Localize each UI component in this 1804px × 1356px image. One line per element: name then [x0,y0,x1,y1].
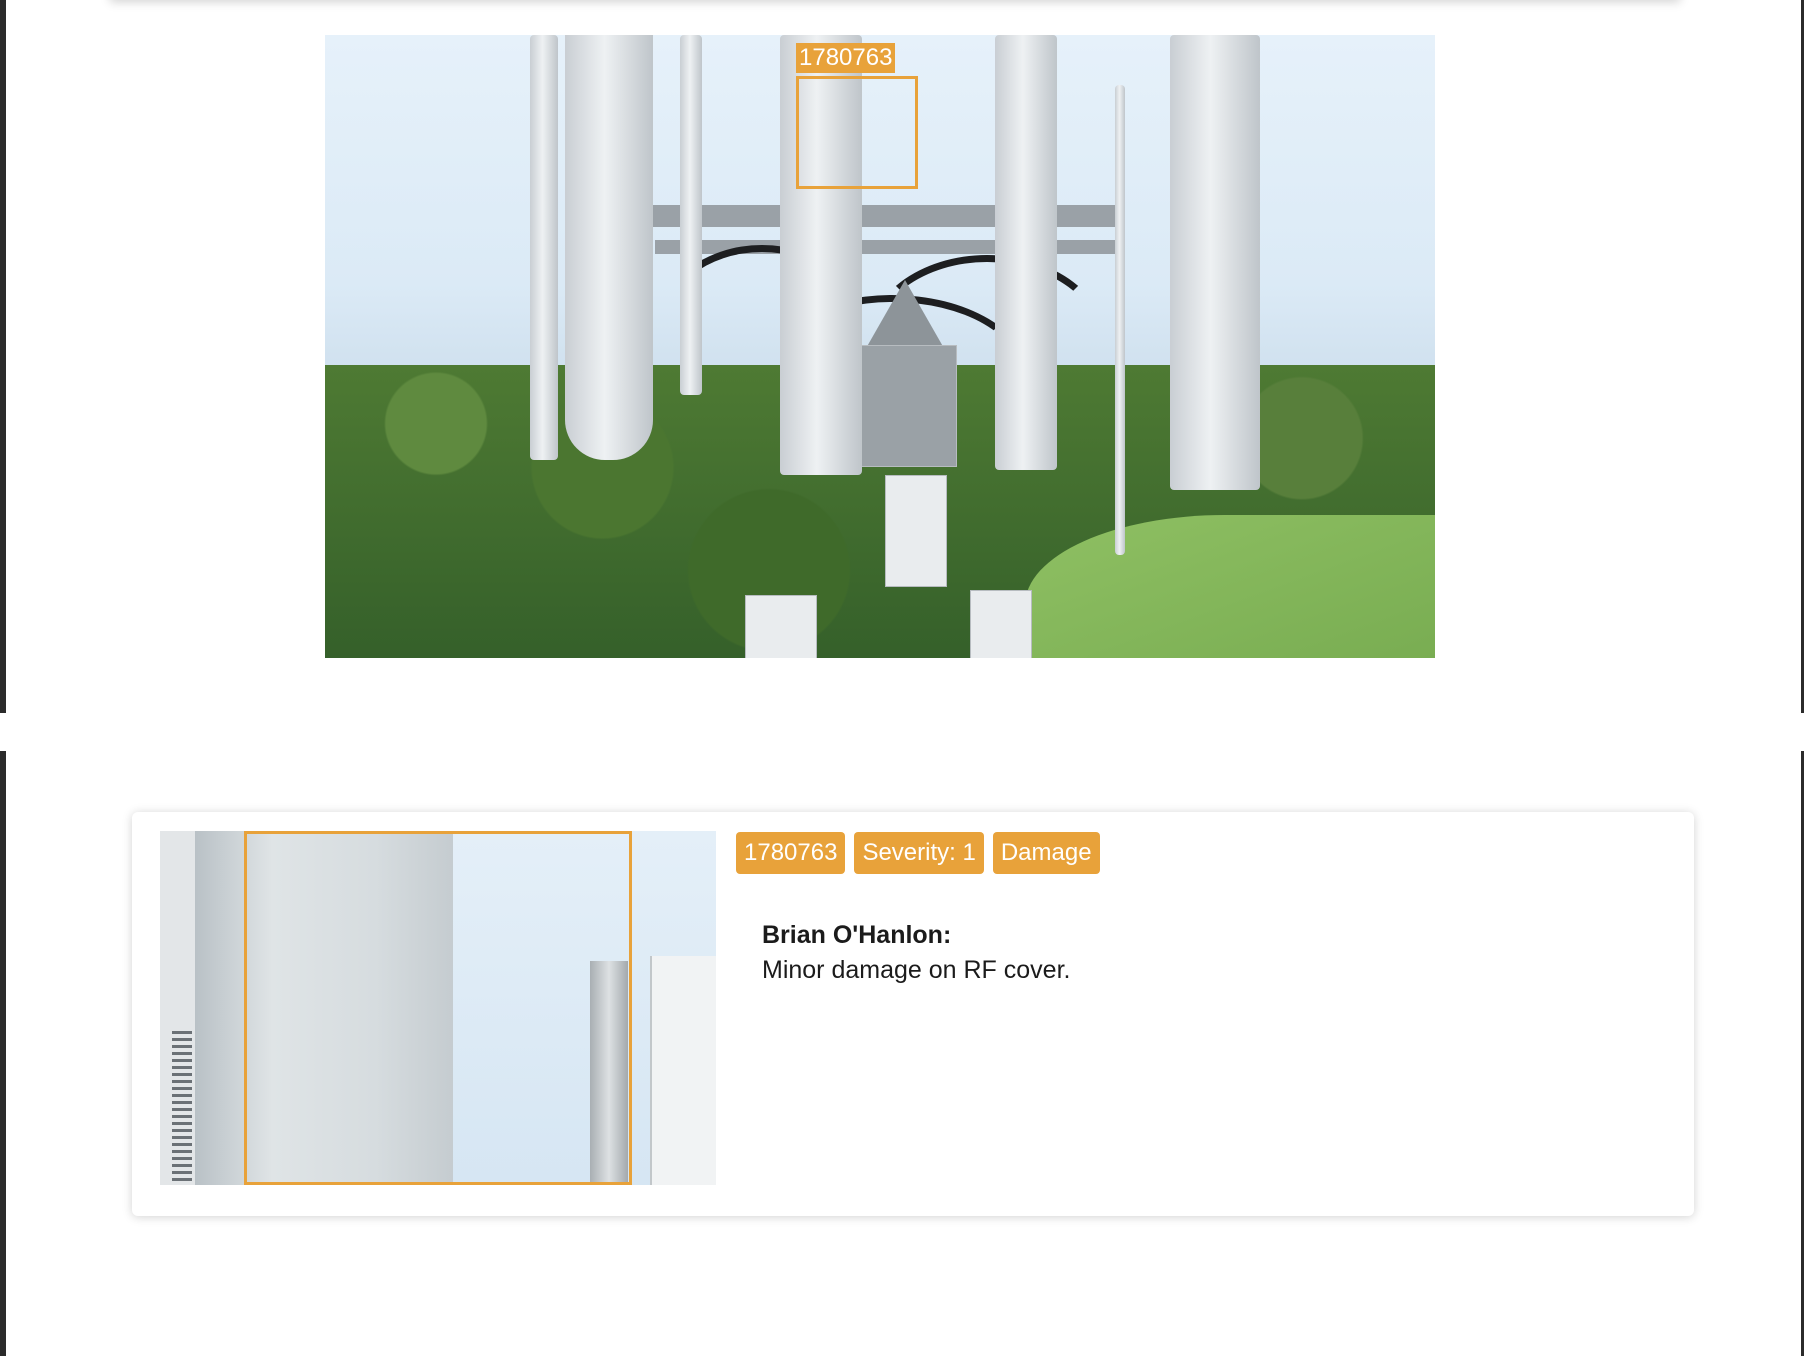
finding-comment: Brian O'Hanlon: Minor damage on RF cover… [762,918,1070,988]
photo-antenna [530,35,558,460]
window-edge-left-upper [0,0,6,713]
finding-card: 1780763 Severity: 1 Damage Brian O'Hanlo… [132,812,1694,1216]
finding-badges: 1780763 Severity: 1 Damage [736,832,1100,874]
photo-mast [1115,85,1125,555]
photo-cabinet-right [970,590,1032,658]
damage-bounding-box[interactable] [796,76,918,189]
category-badge: Damage [992,832,1100,874]
photo-mount-head [855,345,957,467]
photo-cabinet-left [745,595,817,658]
crop-panel-vent [172,1031,192,1181]
photo-mount-cone [865,280,945,350]
section-divider [0,713,1804,751]
photo-antenna [1170,35,1260,490]
photo-antenna [565,35,653,460]
damage-bounding-box-label: 1780763 [796,43,896,73]
comment-author: Brian O'Hanlon: [762,921,952,949]
crop-bounding-box [244,831,632,1185]
photo-antenna [680,35,702,395]
severity-badge: Severity: 1 [854,832,984,874]
inspection-photo[interactable]: 1780763 [325,35,1435,658]
window-edge-left-lower [0,751,6,1356]
comment-text: Minor damage on RF cover. [762,956,1071,984]
crop-panel-right [650,956,716,1185]
photo-antenna [995,35,1057,470]
finding-id-badge: 1780763 [736,832,846,874]
photo-equipment-box [885,475,947,587]
finding-crop-image[interactable] [160,831,716,1185]
